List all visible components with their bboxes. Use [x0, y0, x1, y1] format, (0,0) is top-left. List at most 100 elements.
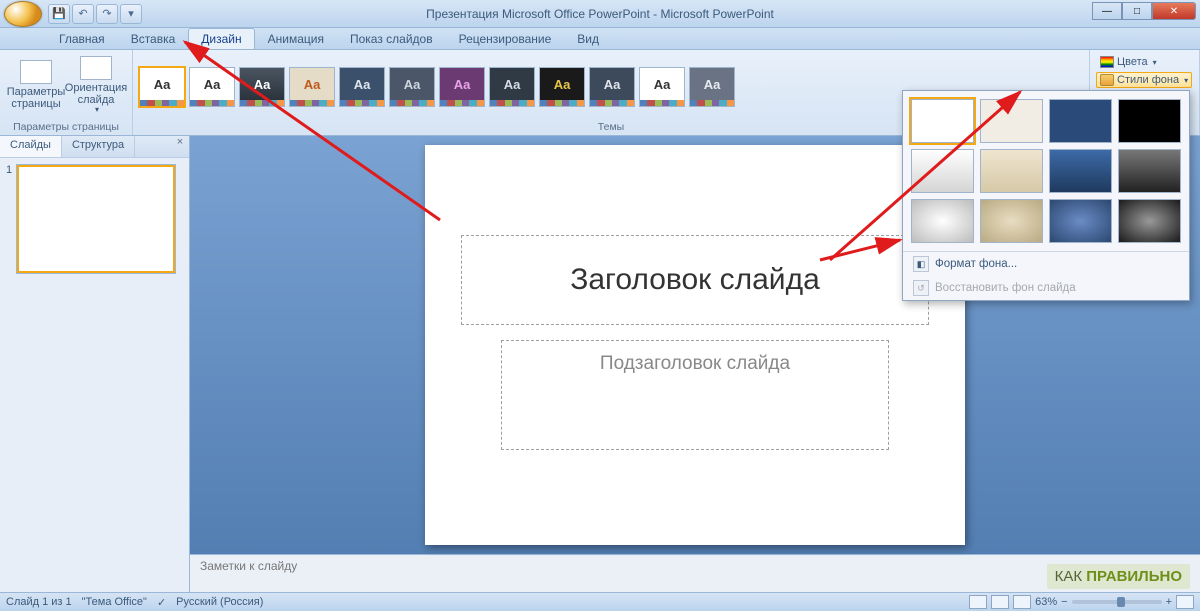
background-style-10[interactable] — [980, 199, 1043, 243]
watermark: КАК ПРАВИЛЬНО — [1047, 564, 1190, 589]
thumbnail-list: 1 — [0, 158, 189, 592]
page-setup-button[interactable]: Параметры страницы — [6, 52, 66, 118]
background-style-2[interactable] — [980, 99, 1043, 143]
background-style-12[interactable] — [1118, 199, 1181, 243]
office-button[interactable] — [4, 1, 42, 27]
watermark-text-a: КАК — [1055, 568, 1087, 585]
tab-animation[interactable]: Анимация — [255, 28, 337, 49]
theme-color-strip — [140, 100, 184, 106]
theme-item-1[interactable]: Aa — [189, 67, 235, 107]
paint-bucket-icon — [1100, 74, 1114, 86]
theme-item-11[interactable]: Aa — [689, 67, 735, 107]
thumbnail-number: 1 — [6, 164, 12, 274]
background-style-1[interactable] — [911, 99, 974, 143]
view-slideshow-button[interactable] — [1013, 595, 1031, 609]
reset-background-icon: ↺ — [913, 280, 929, 296]
theme-preview: Aa — [340, 68, 384, 100]
theme-color-strip — [240, 100, 284, 106]
status-language[interactable]: Русский (Россия) — [176, 596, 263, 608]
status-zoom: 63% — [1035, 596, 1057, 608]
zoom-out-button[interactable]: − — [1061, 596, 1067, 608]
watermark-text-b: ПРАВИЛЬНО — [1086, 568, 1182, 585]
reset-background-label: Восстановить фон слайда — [935, 282, 1076, 294]
theme-preview: Aa — [290, 68, 334, 100]
background-style-9[interactable] — [911, 199, 974, 243]
tab-insert[interactable]: Вставка — [118, 28, 189, 49]
spellcheck-icon[interactable]: ✓ — [157, 596, 166, 609]
slides-pane: Слайды Структура × 1 — [0, 136, 190, 592]
title-placeholder[interactable]: Заголовок слайда — [461, 235, 929, 325]
fit-to-window-button[interactable] — [1176, 595, 1194, 609]
theme-item-9[interactable]: Aa — [589, 67, 635, 107]
format-background-label: Формат фона... — [935, 258, 1017, 270]
theme-item-0[interactable]: Aa — [139, 67, 185, 107]
orientation-label: Ориентация слайда — [65, 82, 127, 106]
qat-customize-button[interactable]: ▾ — [120, 4, 142, 24]
theme-color-strip — [590, 100, 634, 106]
qat-undo-button[interactable]: ↶ — [72, 4, 94, 24]
chevron-down-icon: ▾ — [95, 106, 99, 115]
zoom-slider[interactable] — [1072, 600, 1162, 604]
subtitle-placeholder[interactable]: Подзаголовок слайда — [501, 340, 889, 450]
background-styles-dropdown[interactable]: Стили фона ▾ — [1096, 72, 1192, 88]
format-background-menu-item[interactable]: ◧ Формат фона... — [903, 252, 1189, 276]
minimize-button[interactable]: — — [1092, 2, 1122, 20]
theme-preview: Aa — [540, 68, 584, 100]
zoom-slider-thumb[interactable] — [1117, 597, 1125, 607]
window-controls: — □ ✕ — [1092, 2, 1196, 20]
theme-item-8[interactable]: Aa — [539, 67, 585, 107]
theme-item-5[interactable]: Aa — [389, 67, 435, 107]
theme-item-2[interactable]: Aa — [239, 67, 285, 107]
theme-item-4[interactable]: Aa — [339, 67, 385, 107]
theme-item-3[interactable]: Aa — [289, 67, 335, 107]
theme-preview: Aa — [490, 68, 534, 100]
page-setup-icon — [20, 60, 52, 84]
maximize-button[interactable]: □ — [1122, 2, 1152, 20]
theme-color-strip — [540, 100, 584, 106]
background-style-3[interactable] — [1049, 99, 1112, 143]
background-menu: ◧ Формат фона... ↺ Восстановить фон слай… — [903, 251, 1189, 300]
tab-home[interactable]: Главная — [46, 28, 118, 49]
slide-orientation-button[interactable]: Ориентация слайда▾ — [66, 52, 126, 118]
theme-preview: Aa — [590, 68, 634, 100]
colors-dropdown[interactable]: Цвета ▾ — [1096, 54, 1161, 70]
theme-color-strip — [340, 100, 384, 106]
background-style-7[interactable] — [1049, 149, 1112, 193]
theme-preview: Aa — [190, 68, 234, 100]
qat-save-button[interactable]: 💾 — [48, 4, 70, 24]
group-page-setup: Параметры страницы Ориентация слайда▾ Па… — [0, 50, 133, 135]
close-button[interactable]: ✕ — [1152, 2, 1196, 20]
tab-design[interactable]: Дизайн — [188, 28, 254, 49]
background-style-8[interactable] — [1118, 149, 1181, 193]
pane-tab-outline[interactable]: Структура — [62, 136, 135, 157]
status-slide-count: Слайд 1 из 1 — [6, 596, 72, 608]
background-style-5[interactable] — [911, 149, 974, 193]
chevron-down-icon: ▾ — [1153, 58, 1157, 67]
slide-canvas[interactable]: Заголовок слайда Подзаголовок слайда — [425, 145, 965, 545]
view-normal-button[interactable] — [969, 595, 987, 609]
background-styles-gallery: ◧ Формат фона... ↺ Восстановить фон слай… — [902, 90, 1190, 301]
window-title: Презентация Microsoft Office PowerPoint … — [0, 7, 1200, 21]
ribbon-tabs: Главная Вставка Дизайн Анимация Показ сл… — [0, 28, 1200, 50]
orientation-icon — [80, 56, 112, 80]
tab-view[interactable]: Вид — [564, 28, 612, 49]
pane-tab-slides[interactable]: Слайды — [0, 136, 62, 157]
pane-tabs: Слайды Структура × — [0, 136, 189, 158]
tab-slideshow[interactable]: Показ слайдов — [337, 28, 446, 49]
background-style-11[interactable] — [1049, 199, 1112, 243]
theme-item-7[interactable]: Aa — [489, 67, 535, 107]
theme-color-strip — [440, 100, 484, 106]
zoom-in-button[interactable]: + — [1166, 596, 1172, 608]
background-style-4[interactable] — [1118, 99, 1181, 143]
theme-preview: Aa — [390, 68, 434, 100]
qat-redo-button[interactable]: ↷ — [96, 4, 118, 24]
tab-review[interactable]: Рецензирование — [446, 28, 565, 49]
theme-item-6[interactable]: Aa — [439, 67, 485, 107]
status-theme: "Тема Office" — [82, 596, 147, 608]
background-style-6[interactable] — [980, 149, 1043, 193]
theme-item-10[interactable]: Aa — [639, 67, 685, 107]
pane-close-button[interactable]: × — [171, 136, 189, 157]
view-sorter-button[interactable] — [991, 595, 1009, 609]
quick-access-toolbar: 💾 ↶ ↷ ▾ — [48, 4, 142, 24]
thumbnail-item[interactable]: 1 — [6, 164, 183, 274]
